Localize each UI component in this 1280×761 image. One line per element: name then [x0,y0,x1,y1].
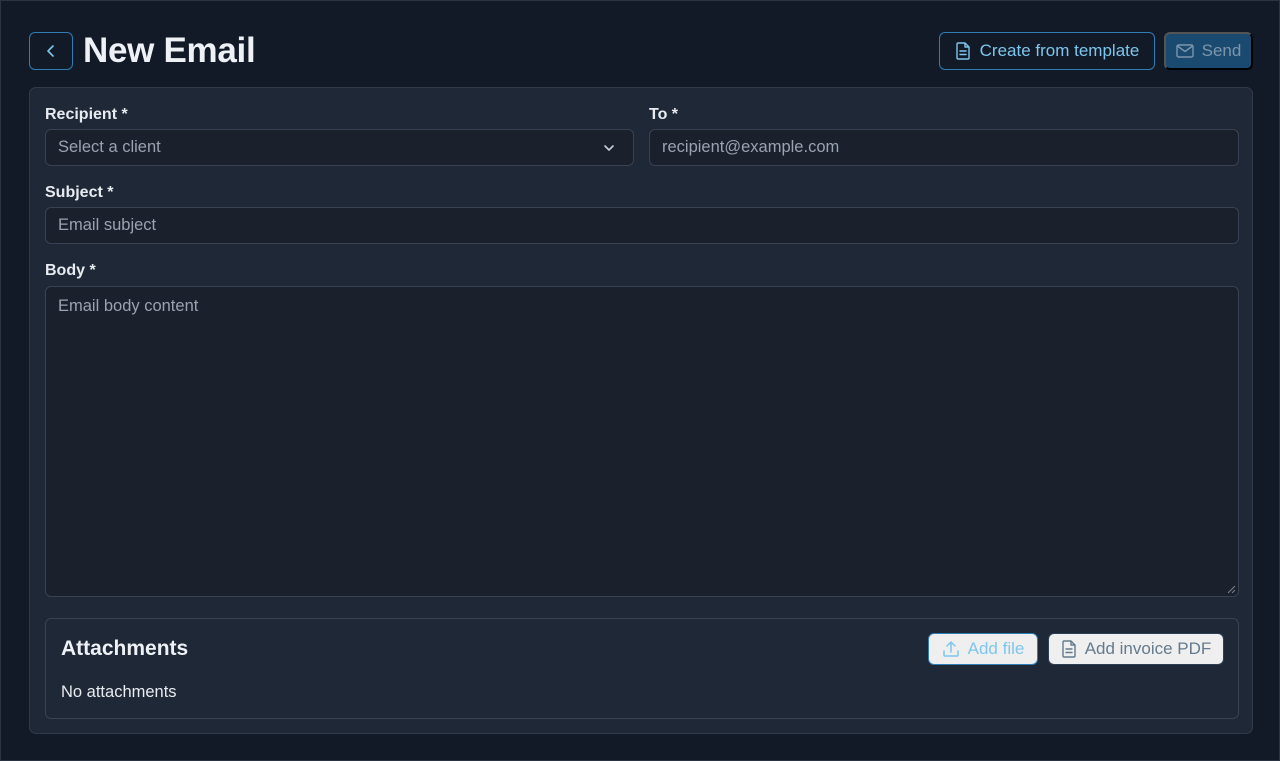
recipient-select-value: Select a client [58,138,161,156]
to-email-placeholder: recipient@example.com [662,138,840,156]
chevron-down-icon [604,145,614,151]
create-from-template-button[interactable]: Create from template [939,32,1155,70]
create-from-template-label: Create from template [979,41,1140,60]
add-invoice-pdf-button[interactable]: Add invoice PDF [1048,633,1224,665]
upload-icon [942,641,959,657]
to-email-field[interactable]: recipient@example.com [649,129,1239,166]
email-compose-page: New Email Create from template Send Reci… [0,0,1280,761]
no-attachments-text: No attachments [61,683,177,701]
add-file-label: Add file [967,639,1025,658]
send-button[interactable]: Send [1164,32,1253,70]
email-form-card: Recipient * Select a client To * recipie… [29,87,1253,734]
attachments-title: Attachments [61,637,189,660]
body-textarea[interactable]: Email body content [45,286,1239,597]
chevron-left-icon [47,45,54,57]
subject-placeholder: Email subject [58,216,157,234]
body-placeholder: Email body content [58,297,199,315]
page-title: New Email [83,31,256,70]
recipient-label: Recipient * [45,106,128,123]
resize-handle-icon[interactable] [1226,584,1236,594]
body-label: Body * [45,262,96,279]
to-label: To * [649,106,679,123]
add-file-button[interactable]: Add file [928,633,1038,665]
send-label: Send [1201,41,1242,60]
file-text-icon [955,42,970,60]
add-invoice-pdf-label: Add invoice PDF [1084,639,1212,658]
attachments-section: Attachments Add file Add invoice PDF No … [45,618,1239,719]
subject-label: Subject * [45,184,114,201]
back-button[interactable] [29,32,73,70]
recipient-select[interactable]: Select a client [45,129,634,166]
mail-icon [1175,44,1194,58]
subject-field[interactable]: Email subject [45,207,1239,244]
file-text-icon [1061,640,1076,658]
